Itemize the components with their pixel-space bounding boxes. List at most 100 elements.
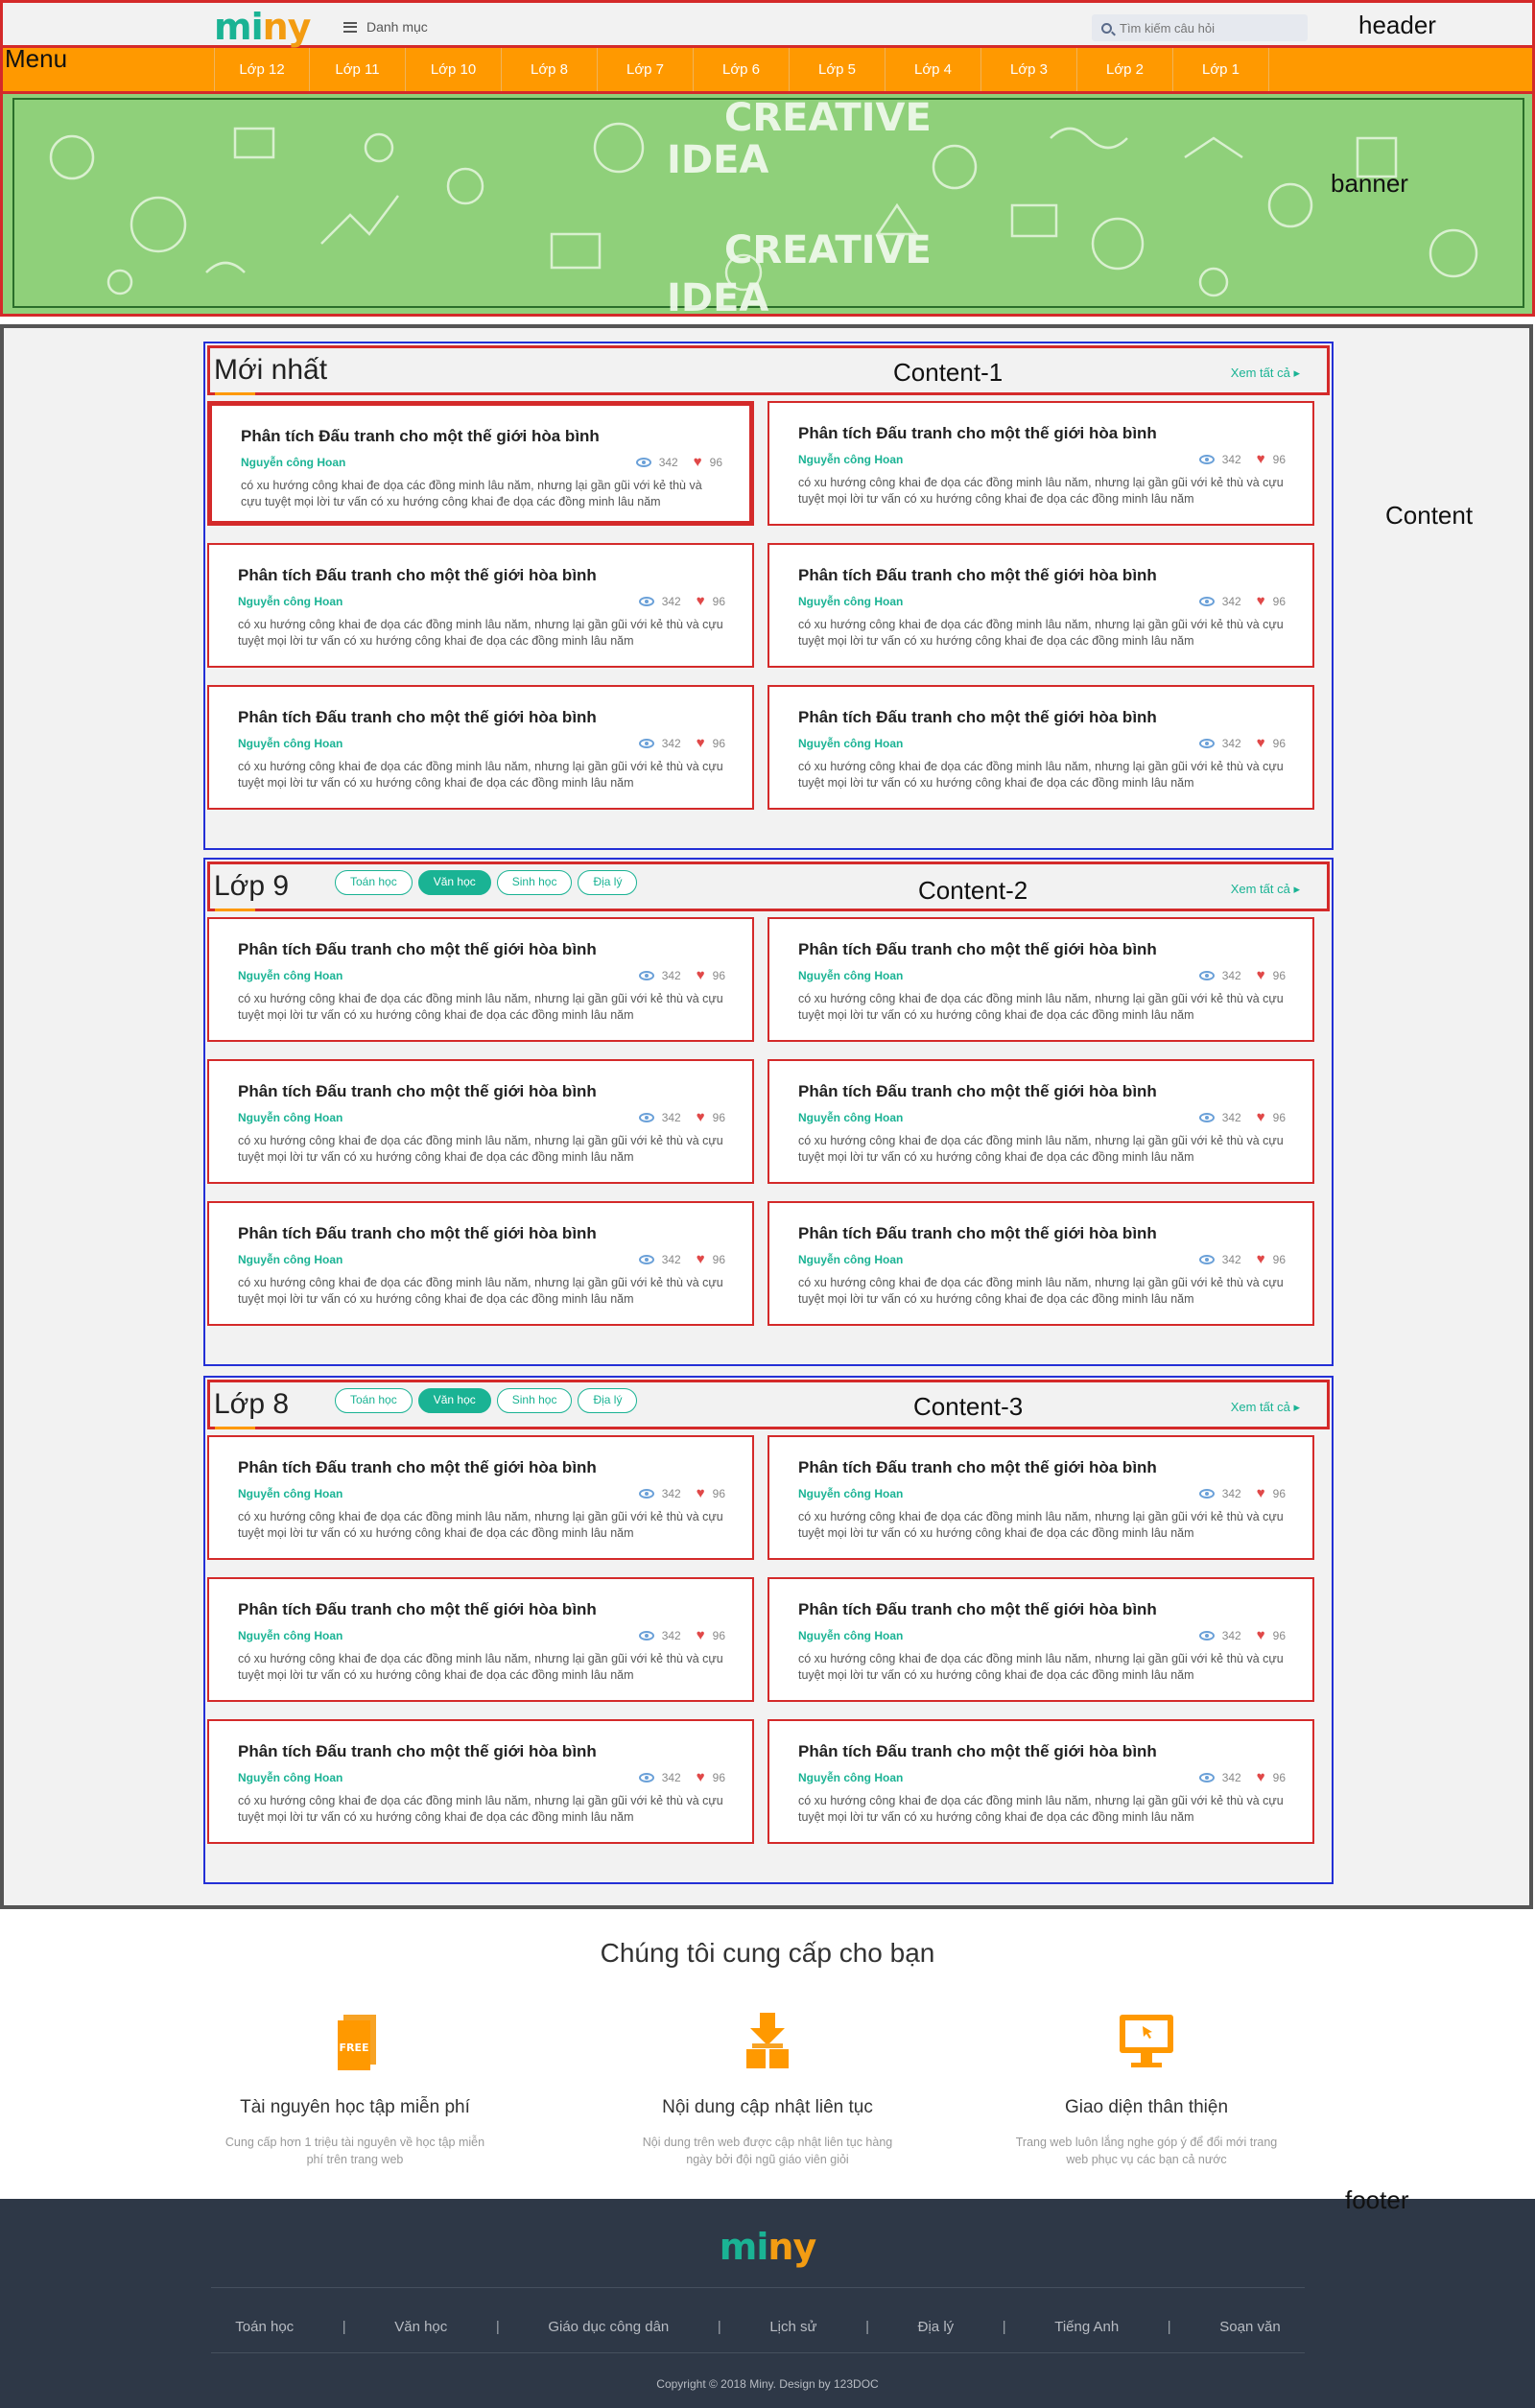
- menu-item[interactable]: Lớp 7: [598, 48, 694, 91]
- heart-icon[interactable]: ♥: [1257, 1770, 1265, 1784]
- footer-link[interactable]: Địa lý: [918, 2319, 955, 2335]
- heart-icon[interactable]: ♥: [697, 968, 705, 982]
- article-author[interactable]: Nguyễn công Hoan: [238, 595, 342, 608]
- see-all-link[interactable]: Xem tất cả ▸: [1231, 366, 1300, 381]
- article-title[interactable]: Phân tích Đấu tranh cho một thế giới hòa…: [238, 1600, 597, 1619]
- menu-item[interactable]: Lớp 6: [694, 48, 790, 91]
- article-card[interactable]: Phân tích Đấu tranh cho một thế giới hòa…: [207, 685, 754, 810]
- footer-link[interactable]: Văn học: [394, 2319, 447, 2335]
- article-author[interactable]: Nguyễn công Hoan: [798, 1111, 903, 1124]
- menu-item[interactable]: Lớp 10: [406, 48, 502, 91]
- search-box[interactable]: [1092, 14, 1308, 41]
- subject-tab[interactable]: Văn học: [417, 870, 491, 895]
- article-title[interactable]: Phân tích Đấu tranh cho một thế giới hòa…: [798, 424, 1157, 443]
- article-author[interactable]: Nguyễn công Hoan: [798, 1771, 903, 1784]
- article-author[interactable]: Nguyễn công Hoan: [238, 1629, 342, 1642]
- see-all-link[interactable]: Xem tất cả ▸: [1231, 882, 1300, 897]
- menu-item[interactable]: Lớp 2: [1077, 48, 1173, 91]
- footer-link[interactable]: Toán học: [235, 2319, 294, 2335]
- article-title[interactable]: Phân tích Đấu tranh cho một thế giới hòa…: [238, 566, 597, 585]
- article-card[interactable]: Phân tích Đấu tranh cho một thế giới hòa…: [768, 1201, 1314, 1326]
- menu-item[interactable]: Lớp 4: [886, 48, 981, 91]
- article-card[interactable]: Phân tích Đấu tranh cho một thế giới hòa…: [768, 1435, 1314, 1560]
- article-card[interactable]: Phân tích Đấu tranh cho một thế giới hòa…: [768, 1719, 1314, 1844]
- footer-link[interactable]: Tiếng Anh: [1054, 2319, 1119, 2335]
- article-title[interactable]: Phân tích Đấu tranh cho một thế giới hòa…: [798, 566, 1157, 585]
- heart-icon[interactable]: ♥: [1257, 736, 1265, 750]
- heart-icon[interactable]: ♥: [697, 1770, 705, 1784]
- heart-icon[interactable]: ♥: [697, 1110, 705, 1124]
- article-title[interactable]: Phân tích Đấu tranh cho một thế giới hòa…: [798, 1224, 1157, 1243]
- menu-item[interactable]: Lớp 12: [214, 48, 310, 91]
- heart-icon[interactable]: ♥: [1257, 1110, 1265, 1124]
- footer-logo[interactable]: miny: [0, 2226, 1535, 2268]
- article-title[interactable]: Phân tích Đấu tranh cho một thế giới hòa…: [238, 940, 597, 959]
- heart-icon[interactable]: ♥: [1257, 1252, 1265, 1266]
- article-author[interactable]: Nguyễn công Hoan: [238, 1487, 342, 1500]
- heart-icon[interactable]: ♥: [1257, 452, 1265, 466]
- article-author[interactable]: Nguyễn công Hoan: [798, 1487, 903, 1500]
- article-author[interactable]: Nguyễn công Hoan: [798, 969, 903, 982]
- article-author[interactable]: Nguyễn công Hoan: [238, 1253, 342, 1266]
- heart-icon[interactable]: ♥: [697, 736, 705, 750]
- article-card[interactable]: Phân tích Đấu tranh cho một thế giới hòa…: [768, 1577, 1314, 1702]
- heart-icon[interactable]: ♥: [697, 1486, 705, 1500]
- article-author[interactable]: Nguyễn công Hoan: [241, 456, 345, 469]
- article-title[interactable]: Phân tích Đấu tranh cho một thế giới hòa…: [798, 1458, 1157, 1477]
- article-card[interactable]: Phân tích Đấu tranh cho một thế giới hòa…: [207, 401, 754, 526]
- heart-icon[interactable]: ♥: [697, 1252, 705, 1266]
- article-title[interactable]: Phân tích Đấu tranh cho một thế giới hòa…: [241, 427, 600, 446]
- heart-icon[interactable]: ♥: [1257, 968, 1265, 982]
- article-card[interactable]: Phân tích Đấu tranh cho một thế giới hòa…: [207, 1435, 754, 1560]
- subject-tab[interactable]: Địa lý: [578, 870, 638, 895]
- menu-item[interactable]: Lớp 8: [502, 48, 598, 91]
- article-title[interactable]: Phân tích Đấu tranh cho một thế giới hòa…: [798, 708, 1157, 727]
- article-author[interactable]: Nguyễn công Hoan: [798, 1629, 903, 1642]
- heart-icon[interactable]: ♥: [1257, 594, 1265, 608]
- article-title[interactable]: Phân tích Đấu tranh cho một thế giới hòa…: [798, 1082, 1157, 1101]
- article-card[interactable]: Phân tích Đấu tranh cho một thế giới hòa…: [768, 917, 1314, 1042]
- subject-tab[interactable]: Toán học: [335, 1388, 413, 1413]
- article-title[interactable]: Phân tích Đấu tranh cho một thế giới hòa…: [798, 1742, 1157, 1761]
- article-card[interactable]: Phân tích Đấu tranh cho một thế giới hòa…: [768, 401, 1314, 526]
- article-author[interactable]: Nguyễn công Hoan: [798, 737, 903, 750]
- article-card[interactable]: Phân tích Đấu tranh cho một thế giới hòa…: [207, 1059, 754, 1184]
- article-author[interactable]: Nguyễn công Hoan: [238, 737, 342, 750]
- article-author[interactable]: Nguyễn công Hoan: [238, 1111, 342, 1124]
- article-title[interactable]: Phân tích Đấu tranh cho một thế giới hòa…: [238, 1458, 597, 1477]
- article-card[interactable]: Phân tích Đấu tranh cho một thế giới hòa…: [207, 1201, 754, 1326]
- heart-icon[interactable]: ♥: [1257, 1628, 1265, 1642]
- subject-tab[interactable]: Văn học: [417, 1388, 491, 1413]
- logo[interactable]: miny: [214, 9, 311, 45]
- menu-item[interactable]: Lớp 1: [1173, 48, 1269, 91]
- menu-item[interactable]: Lớp 3: [981, 48, 1077, 91]
- subject-tab[interactable]: Sinh học: [496, 1388, 573, 1413]
- subject-tab[interactable]: Địa lý: [578, 1388, 638, 1413]
- article-card[interactable]: Phân tích Đấu tranh cho một thế giới hòa…: [207, 917, 754, 1042]
- footer-link[interactable]: Giáo dục công dân: [548, 2319, 669, 2335]
- heart-icon[interactable]: ♥: [697, 1628, 705, 1642]
- article-author[interactable]: Nguyễn công Hoan: [798, 1253, 903, 1266]
- article-card[interactable]: Phân tích Đấu tranh cho một thế giới hòa…: [768, 685, 1314, 810]
- article-title[interactable]: Phân tích Đấu tranh cho một thế giới hòa…: [238, 1082, 597, 1101]
- article-card[interactable]: Phân tích Đấu tranh cho một thế giới hòa…: [207, 1577, 754, 1702]
- article-title[interactable]: Phân tích Đấu tranh cho một thế giới hòa…: [238, 708, 597, 727]
- article-title[interactable]: Phân tích Đấu tranh cho một thế giới hòa…: [798, 1600, 1157, 1619]
- heart-icon[interactable]: ♥: [694, 455, 702, 469]
- article-author[interactable]: Nguyễn công Hoan: [238, 1771, 342, 1784]
- article-card[interactable]: Phân tích Đấu tranh cho một thế giới hòa…: [207, 543, 754, 668]
- article-title[interactable]: Phân tích Đấu tranh cho một thế giới hòa…: [798, 940, 1157, 959]
- subject-tab[interactable]: Toán học: [335, 870, 413, 895]
- footer-link[interactable]: Lịch sử: [769, 2319, 816, 2335]
- article-author[interactable]: Nguyễn công Hoan: [238, 969, 342, 982]
- article-author[interactable]: Nguyễn công Hoan: [798, 453, 903, 466]
- subject-tab[interactable]: Sinh học: [496, 870, 573, 895]
- menu-item[interactable]: Lớp 5: [790, 48, 886, 91]
- article-card[interactable]: Phân tích Đấu tranh cho một thế giới hòa…: [207, 1719, 754, 1844]
- category-button[interactable]: Danh mục: [343, 19, 428, 35]
- search-input[interactable]: [1120, 20, 1292, 35]
- footer-link[interactable]: Soạn văn: [1219, 2319, 1280, 2335]
- heart-icon[interactable]: ♥: [1257, 1486, 1265, 1500]
- article-title[interactable]: Phân tích Đấu tranh cho một thế giới hòa…: [238, 1224, 597, 1243]
- menu-item[interactable]: Lớp 11: [310, 48, 406, 91]
